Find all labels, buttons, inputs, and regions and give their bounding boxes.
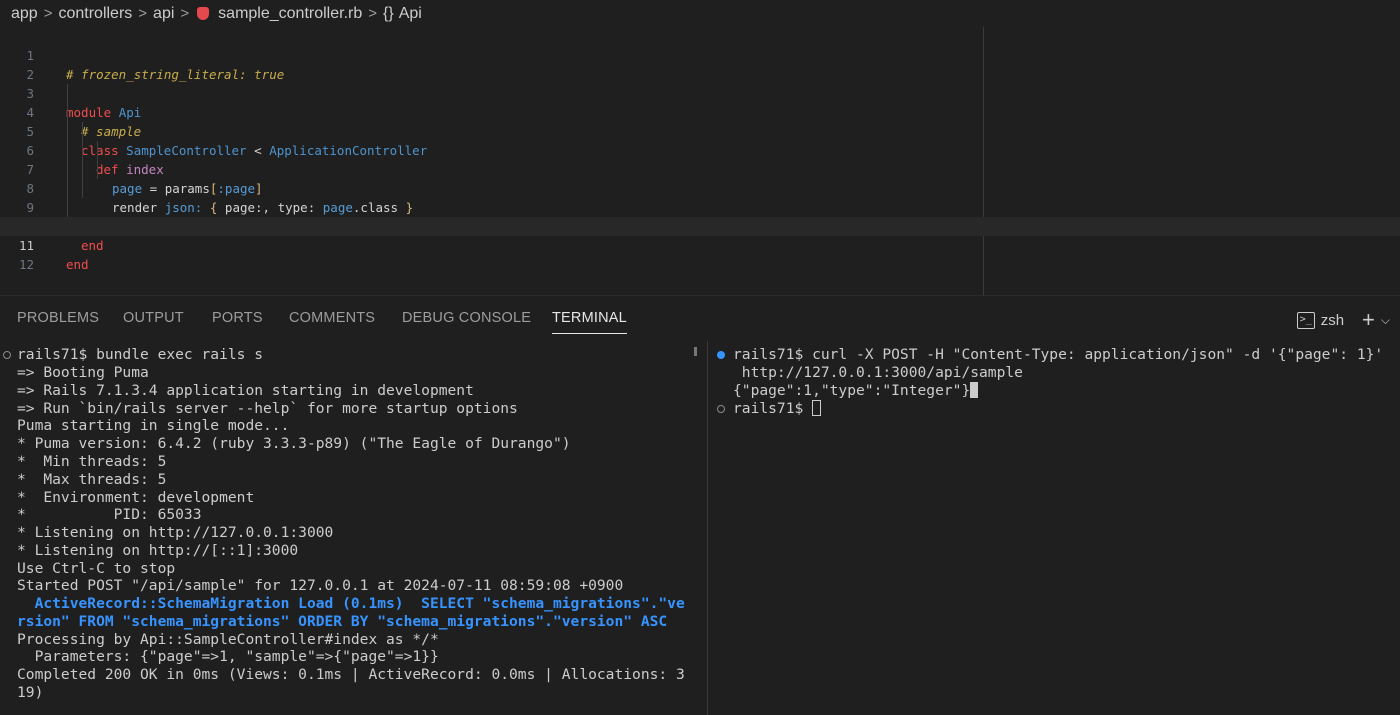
breadcrumb-item-api[interactable]: api bbox=[153, 5, 174, 23]
code-line[interactable]: 4 # sample bbox=[0, 84, 1400, 139]
terminal-cursor bbox=[812, 400, 822, 416]
response-text: {"page":1,"type":"Integer"} bbox=[733, 382, 971, 399]
eol-marker bbox=[970, 382, 979, 398]
terminal-right[interactable]: rails71$ curl -X POST -H "Content-Type: … bbox=[708, 341, 1400, 715]
terminal-prompt: rails71$ bbox=[733, 400, 822, 418]
code-content: end bbox=[66, 255, 89, 274]
code-line[interactable]: 8 render json: { page:, type: page.class… bbox=[0, 160, 1400, 215]
terminal-line: rails71$ bundle exec rails s bbox=[17, 346, 264, 363]
indent-guide bbox=[97, 141, 98, 179]
breadcrumb: app > controllers > api > sample_control… bbox=[0, 0, 1400, 27]
indent-guide bbox=[67, 84, 68, 217]
terminal-line: Processing by Api::SampleController#inde… bbox=[17, 631, 439, 648]
command-status-icon bbox=[3, 351, 11, 359]
tab-ports[interactable]: PORTS bbox=[212, 310, 263, 326]
code-line[interactable]: 9 end bbox=[0, 179, 1400, 234]
code-line[interactable]: 7 page = params[:page] bbox=[0, 141, 1400, 196]
terminal-line-sql: rsion" FROM "schema_migrations" ORDER BY… bbox=[17, 613, 668, 630]
code-line[interactable]: 5 class SampleController < ApplicationCo… bbox=[0, 103, 1400, 158]
code-line[interactable]: 6 def index bbox=[0, 122, 1400, 177]
terminal-left[interactable]: rails71$ bundle exec rails s => Booting … bbox=[0, 341, 707, 715]
breadcrumb-item-symbol[interactable]: Api bbox=[399, 5, 422, 23]
terminal-line: * Environment: development bbox=[17, 489, 255, 506]
breadcrumb-item-app[interactable]: app bbox=[11, 5, 38, 23]
ruby-file-icon bbox=[197, 7, 210, 20]
terminal-line: Started POST "/api/sample" for 127.0.0.1… bbox=[17, 577, 624, 594]
code-line[interactable]: 3 module Api bbox=[0, 65, 1400, 120]
chevron-right-icon: > bbox=[43, 5, 53, 22]
terminal-line: * Max threads: 5 bbox=[17, 471, 167, 488]
command-success-icon bbox=[717, 351, 725, 359]
terminal-line: http://127.0.0.1:3000/api/sample bbox=[733, 364, 1023, 381]
plus-icon[interactable]: + bbox=[1362, 309, 1375, 331]
code-line[interactable]: 1 # frozen_string_literal: true bbox=[0, 27, 1400, 82]
scrollbar-thumb[interactable] bbox=[694, 347, 697, 356]
terminal-line: Completed 200 OK in 0ms (Views: 0.1ms | … bbox=[17, 666, 685, 683]
terminal-line: Parameters: {"page"=>1, "sample"=>{"page… bbox=[17, 648, 439, 665]
breadcrumb-item-controllers[interactable]: controllers bbox=[58, 5, 132, 23]
terminal-line: => Booting Puma bbox=[17, 364, 149, 381]
chevron-right-icon: > bbox=[368, 5, 378, 22]
tab-debug-console[interactable]: DEBUG CONSOLE bbox=[402, 310, 531, 326]
terminal-line: => Run `bin/rails server --help` for mor… bbox=[17, 400, 518, 417]
code-token: end bbox=[66, 257, 89, 272]
code-line-current[interactable]: 11 end bbox=[0, 217, 1400, 272]
chevron-right-icon: > bbox=[180, 5, 190, 22]
tab-problems[interactable]: PROBLEMS bbox=[17, 310, 99, 326]
module-symbol-icon: {} bbox=[383, 4, 394, 22]
terminal-line: rails71$ curl -X POST -H "Content-Type: … bbox=[733, 346, 1384, 363]
terminal-icon[interactable]: >_ bbox=[1296, 311, 1315, 329]
terminal-shell-name[interactable]: zsh bbox=[1321, 312, 1344, 329]
code-line[interactable]: 2 bbox=[0, 46, 1400, 82]
terminal-actions: >_ zsh + ⌵ bbox=[1296, 309, 1390, 331]
tab-terminal[interactable]: TERMINAL bbox=[552, 310, 627, 334]
terminal-line: * Puma version: 6.4.2 (ruby 3.3.3-p89) (… bbox=[17, 435, 571, 452]
terminal-line: * PID: 65033 bbox=[17, 506, 202, 523]
chevron-down-icon[interactable]: ⌵ bbox=[1381, 313, 1390, 328]
panel-tab-bar: PROBLEMS OUTPUT PORTS COMMENTS DEBUG CON… bbox=[0, 296, 1400, 341]
terminal-line-output: {"page":1,"type":"Integer"} bbox=[733, 382, 979, 400]
terminal-line: * Listening on http://127.0.0.1:3000 bbox=[17, 524, 334, 541]
terminal-line: 19) bbox=[17, 684, 44, 701]
terminal-line: => Rails 7.1.3.4 application starting in… bbox=[17, 382, 474, 399]
terminal-line-sql: ActiveRecord::SchemaMigration Load (0.1m… bbox=[17, 595, 685, 612]
breadcrumb-item-file[interactable]: sample_controller.rb bbox=[218, 5, 362, 23]
line-number: 12 bbox=[18, 257, 34, 272]
indent-guide bbox=[82, 122, 83, 198]
code-editor[interactable]: 1 # frozen_string_literal: true 2 3 modu… bbox=[0, 27, 1400, 295]
terminal-line: Use Ctrl-C to stop bbox=[17, 560, 176, 577]
code-line[interactable]: 12 bbox=[0, 236, 1400, 272]
command-status-icon bbox=[717, 405, 725, 413]
tab-output[interactable]: OUTPUT bbox=[123, 310, 184, 326]
prompt-text: rails71$ bbox=[733, 400, 813, 417]
code-line[interactable]: 10 end bbox=[0, 198, 1400, 253]
chevron-right-icon: > bbox=[138, 5, 148, 22]
terminal-line: * Min threads: 5 bbox=[17, 453, 167, 470]
tab-comments[interactable]: COMMENTS bbox=[289, 310, 375, 326]
terminal-line: * Listening on http://[::1]:3000 bbox=[17, 542, 299, 559]
terminal-line: Puma starting in single mode... bbox=[17, 417, 290, 434]
